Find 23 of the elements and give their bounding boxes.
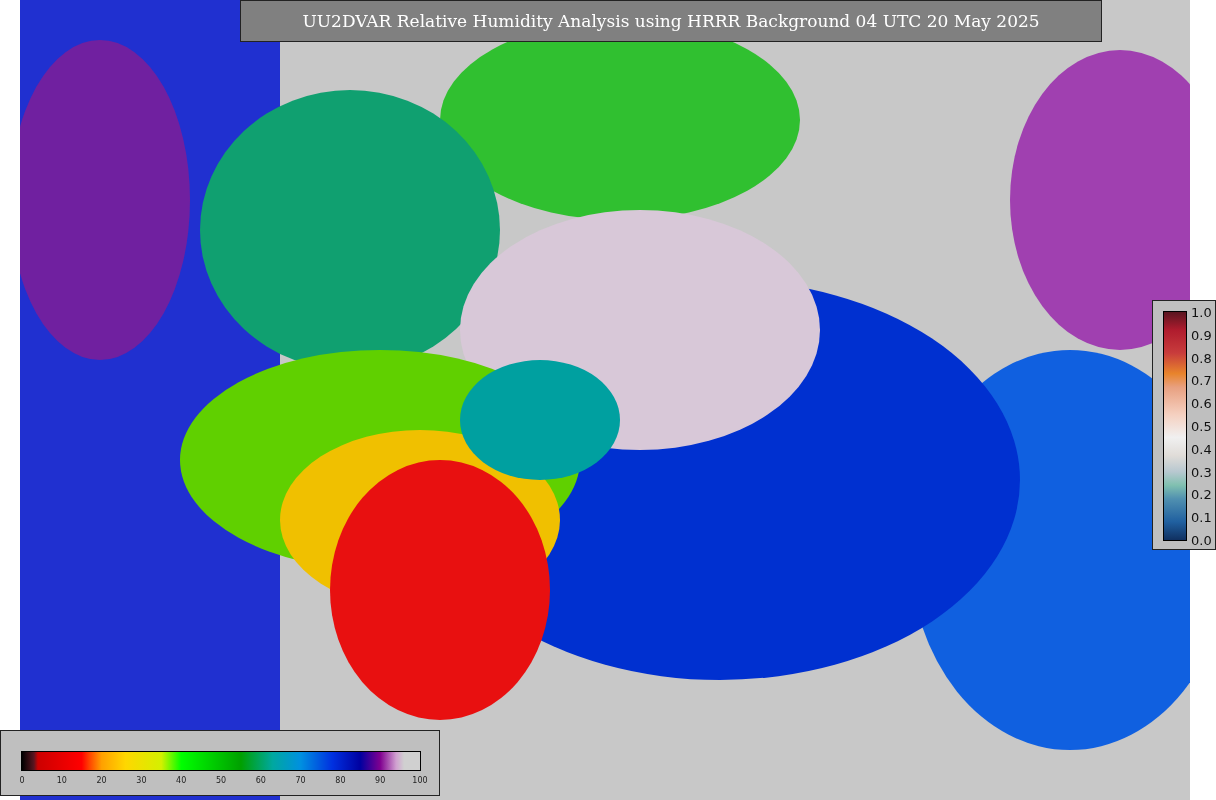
colorbar-tick-label: 30 [136,776,147,785]
colorbar-tick-label: 1.0 [1191,304,1212,320]
colorbar-tick-label: 0.2 [1191,486,1212,502]
colorbar-tick-label: 40 [176,776,187,785]
colorbar-tick-label: 0.0 [1191,532,1212,548]
map-title: UU2DVAR Relative Humidity Analysis using HRRR Background 04 UTC 20 May 2025 [240,0,1102,42]
colorbar-tick-label: 0.3 [1191,464,1212,480]
colorbar-tick-label: 0 [19,776,25,785]
colorbar-tick-label: 100 [412,776,428,785]
colorbar-tick-label: 60 [255,776,266,785]
colorbar-tick-label: 50 [215,776,227,785]
colorbar-tick-label: 0.4 [1191,441,1212,457]
colorbar-tick-label: 80 [335,776,346,785]
colorbar-tick-label: 0.7 [1191,372,1212,388]
colorbar-tick-label: 0.1 [1191,509,1212,525]
colorbar-tick-label: 20 [96,776,107,785]
colorbar-tick-label: 0.5 [1191,418,1212,434]
colorbar-tick-label: 0.8 [1191,350,1212,366]
colorbar-tick-label: 0.6 [1191,395,1212,411]
colorbar-tick-label: 10 [56,776,67,785]
colorbar-tick-label: 90 [375,776,386,785]
colorbar-tick-label: 0.9 [1191,327,1212,343]
colorbar-tick-label: 70 [295,776,306,785]
